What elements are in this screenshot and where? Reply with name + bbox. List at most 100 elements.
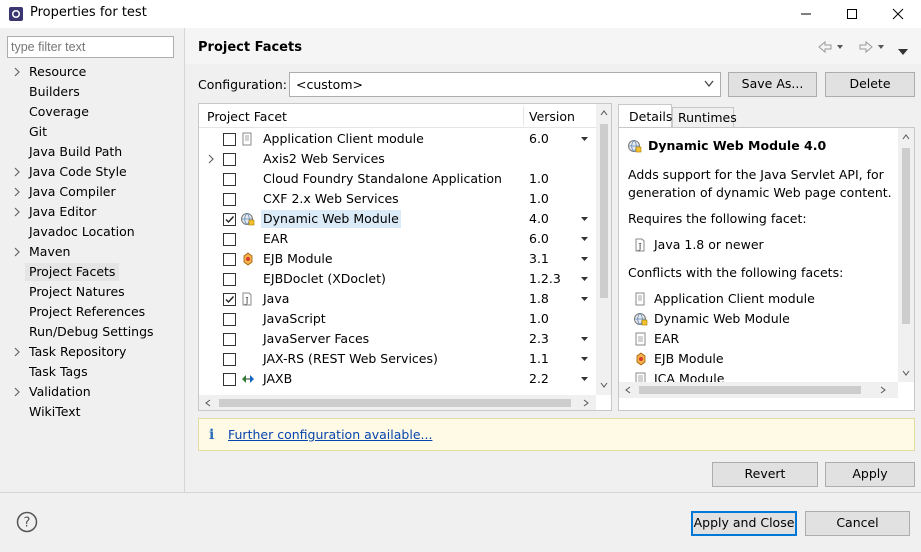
- sidebar-item-git[interactable]: Git: [12, 122, 182, 142]
- facet-row[interactable]: EAR 6.0: [199, 229, 596, 249]
- column-header-version[interactable]: Version: [529, 109, 575, 124]
- facet-checkbox[interactable]: [223, 313, 236, 326]
- chevron-right-icon[interactable]: [207, 154, 215, 164]
- facet-row[interactable]: J Java 1.8: [199, 289, 596, 309]
- scroll-up-icon[interactable]: [600, 110, 608, 116]
- maximize-button[interactable]: [829, 0, 875, 28]
- details-horizontal-thumb[interactable]: [639, 386, 861, 394]
- chevron-right-icon[interactable]: [12, 347, 22, 357]
- sash-divider[interactable]: [184, 28, 185, 492]
- tab-details[interactable]: Details: [618, 104, 672, 127]
- facet-checkbox[interactable]: [223, 193, 236, 206]
- facet-row[interactable]: Axis2 Web Services: [199, 149, 596, 169]
- version-dropdown-icon[interactable]: [581, 297, 588, 302]
- chevron-right-icon[interactable]: [12, 187, 22, 197]
- version-dropdown-icon[interactable]: [581, 377, 588, 382]
- facet-row[interactable]: JavaScript 1.0: [199, 309, 596, 329]
- facet-version[interactable]: 6.0: [529, 131, 549, 147]
- chevron-right-icon[interactable]: [12, 67, 22, 77]
- facet-checkbox[interactable]: [223, 213, 236, 226]
- sidebar-item-task-repository[interactable]: Task Repository: [12, 342, 182, 362]
- sidebar-item-wikitext[interactable]: WikiText: [12, 402, 182, 422]
- facet-version[interactable]: 1.8: [529, 291, 549, 307]
- sidebar-item-project-references[interactable]: Project References: [12, 302, 182, 322]
- facet-row[interactable]: JavaServer Faces 2.3: [199, 329, 596, 349]
- facets-vertical-scrollbar[interactable]: [596, 104, 611, 395]
- facet-row[interactable]: EJBDoclet (XDoclet) 1.2.3: [199, 269, 596, 289]
- facet-checkbox[interactable]: [223, 133, 236, 146]
- sidebar-item-task-tags[interactable]: Task Tags: [12, 362, 182, 382]
- sidebar-item-java-editor[interactable]: Java Editor: [12, 202, 182, 222]
- revert-button[interactable]: Revert: [712, 462, 818, 487]
- sidebar-item-java-code-style[interactable]: Java Code Style: [12, 162, 182, 182]
- facet-version[interactable]: 1.1: [529, 351, 549, 367]
- configuration-select[interactable]: <custom>: [289, 72, 721, 97]
- help-button[interactable]: ?: [16, 511, 38, 533]
- sidebar-item-builders[interactable]: Builders: [12, 82, 182, 102]
- apply-button[interactable]: Apply: [825, 462, 915, 487]
- back-button[interactable]: [817, 40, 845, 57]
- details-vertical-scrollbar[interactable]: [898, 128, 914, 382]
- version-dropdown-icon[interactable]: [581, 277, 588, 282]
- chevron-right-icon[interactable]: [12, 207, 22, 217]
- version-dropdown-icon[interactable]: [581, 137, 588, 142]
- sidebar-item-java-compiler[interactable]: Java Compiler: [12, 182, 182, 202]
- scroll-up-icon[interactable]: [902, 134, 910, 140]
- sidebar-item-project-natures[interactable]: Project Natures: [12, 282, 182, 302]
- facets-horizontal-thumb[interactable]: [219, 399, 571, 407]
- apply-and-close-button[interactable]: Apply and Close: [691, 511, 797, 536]
- version-dropdown-icon[interactable]: [581, 357, 588, 362]
- facet-row[interactable]: Application Client module 6.0: [199, 129, 596, 149]
- facets-horizontal-scrollbar[interactable]: [199, 395, 596, 410]
- facet-row[interactable]: JAXB 2.2: [199, 369, 596, 389]
- version-dropdown-icon[interactable]: [581, 337, 588, 342]
- facet-version[interactable]: 4.0: [529, 211, 549, 227]
- facet-row[interactable]: Cloud Foundry Standalone Application 1.0: [199, 169, 596, 189]
- scroll-down-icon[interactable]: [600, 382, 608, 388]
- details-vertical-thumb[interactable]: [902, 148, 910, 324]
- sidebar-item-coverage[interactable]: Coverage: [12, 102, 182, 122]
- version-dropdown-icon[interactable]: [581, 217, 588, 222]
- minimize-button[interactable]: [783, 0, 829, 28]
- save-as-button[interactable]: Save As...: [728, 72, 817, 97]
- view-menu-button[interactable]: [897, 44, 909, 59]
- facet-version[interactable]: 2.3: [529, 331, 549, 347]
- facet-checkbox[interactable]: [223, 373, 236, 386]
- facet-version[interactable]: 2.2: [529, 371, 549, 387]
- facet-checkbox[interactable]: [223, 293, 236, 306]
- facet-version[interactable]: 6.0: [529, 231, 549, 247]
- sidebar-item-resource[interactable]: Resource: [12, 62, 182, 82]
- sidebar-item-maven[interactable]: Maven: [12, 242, 182, 262]
- facet-row[interactable]: JAX-RS (REST Web Services) 1.1: [199, 349, 596, 369]
- forward-button[interactable]: [858, 40, 886, 57]
- sidebar-item-run-debug-settings[interactable]: Run/Debug Settings: [12, 322, 182, 342]
- facet-checkbox[interactable]: [223, 233, 236, 246]
- scroll-right-icon[interactable]: [583, 399, 589, 407]
- facet-checkbox[interactable]: [223, 353, 236, 366]
- column-separator[interactable]: [523, 106, 524, 126]
- facet-row[interactable]: EJB Module 3.1: [199, 249, 596, 269]
- delete-button[interactable]: Delete: [825, 72, 915, 97]
- facet-row[interactable]: Dynamic Web Module 4.0: [199, 209, 596, 229]
- version-dropdown-icon[interactable]: [581, 237, 588, 242]
- chevron-right-icon[interactable]: [12, 247, 22, 257]
- sidebar-item-project-facets[interactable]: Project Facets: [12, 262, 182, 282]
- scroll-down-icon[interactable]: [902, 370, 910, 376]
- cancel-button[interactable]: Cancel: [805, 511, 910, 536]
- facet-version[interactable]: 1.2.3: [529, 271, 561, 287]
- close-button[interactable]: [875, 0, 921, 28]
- facets-vertical-thumb[interactable]: [600, 124, 608, 298]
- sidebar-item-java-build-path[interactable]: Java Build Path: [12, 142, 182, 162]
- chevron-right-icon[interactable]: [12, 167, 22, 177]
- facet-checkbox[interactable]: [223, 333, 236, 346]
- column-header-facet[interactable]: Project Facet: [207, 109, 287, 124]
- facet-checkbox[interactable]: [223, 253, 236, 266]
- facet-version[interactable]: 3.1: [529, 251, 549, 267]
- chevron-right-icon[interactable]: [12, 387, 22, 397]
- sidebar-item-javadoc-location[interactable]: Javadoc Location: [12, 222, 182, 242]
- further-configuration-link[interactable]: Further configuration available...: [228, 427, 432, 442]
- facet-row[interactable]: CXF 2.x Web Services 1.0: [199, 189, 596, 209]
- scroll-left-icon[interactable]: [205, 399, 211, 407]
- version-dropdown-icon[interactable]: [581, 257, 588, 262]
- filter-input[interactable]: [7, 36, 174, 58]
